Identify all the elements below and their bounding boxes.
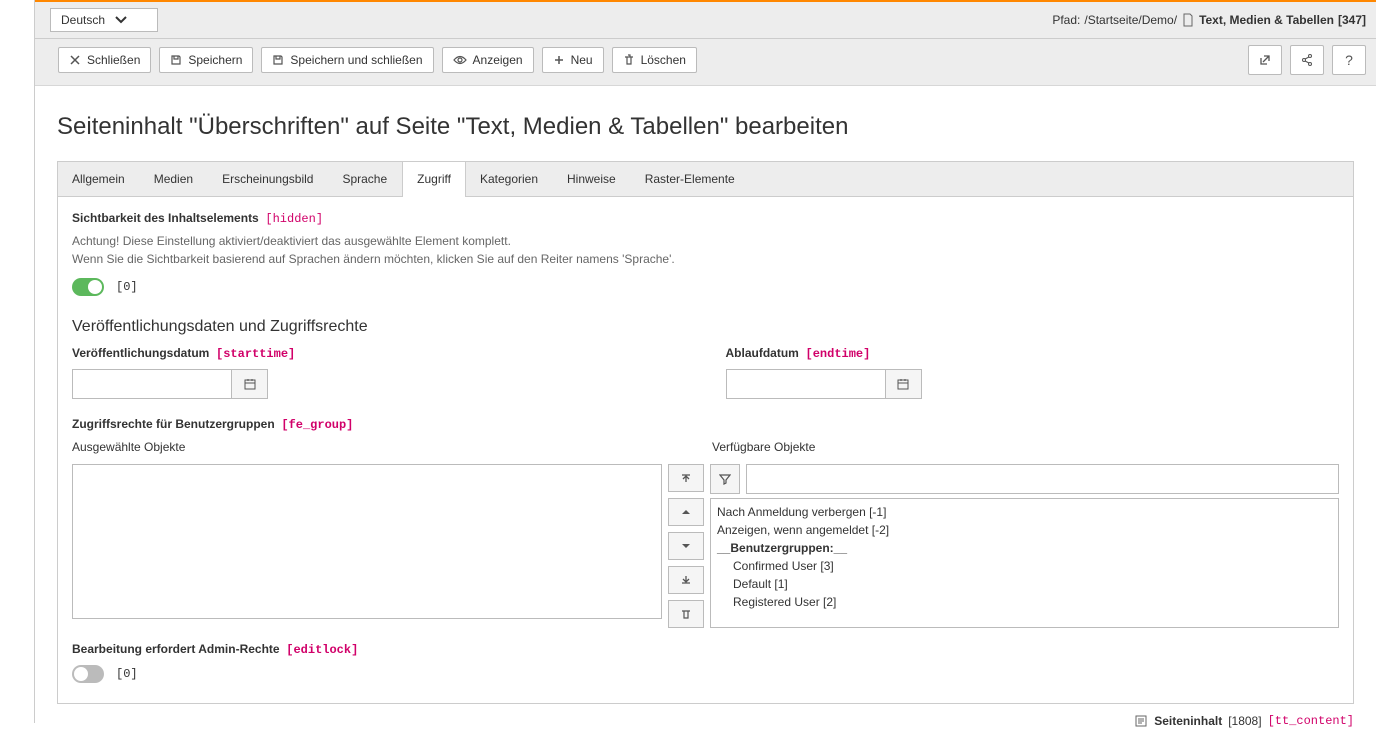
tab-sprache[interactable]: Sprache: [328, 162, 402, 196]
external-link-icon: [1258, 53, 1272, 67]
chevron-down-icon: [115, 16, 127, 24]
delete-button-label: Löschen: [641, 53, 686, 67]
top-bar: Deutsch Pfad: /Startseite/Demo/ Text, Me…: [0, 0, 1376, 39]
endtime-input[interactable]: [726, 369, 886, 399]
editlock-code: [editlock]: [286, 643, 358, 657]
filter-button[interactable]: [710, 464, 740, 494]
visibility-hint-line1: Achtung! Diese Einstellung aktiviert/dea…: [72, 232, 1339, 250]
language-select[interactable]: Deutsch: [50, 8, 158, 32]
save-close-button-label: Speichern und schließen: [290, 53, 422, 67]
editlock-toggle[interactable]: [72, 665, 104, 683]
path-segment: /Startseite/Demo/: [1084, 13, 1177, 27]
tab-hinweise[interactable]: Hinweise: [553, 162, 631, 196]
available-option[interactable]: __Benutzergruppen:__: [717, 539, 1332, 557]
available-option[interactable]: Confirmed User [3]: [717, 557, 1332, 575]
selected-items-listbox[interactable]: [72, 464, 662, 619]
path-label: Pfad:: [1052, 13, 1080, 27]
page-id: [347]: [1338, 13, 1366, 27]
fegroup-label: Zugriffsrechte für Benutzergruppen: [72, 417, 275, 431]
available-option[interactable]: Registered User [2]: [717, 593, 1332, 611]
open-new-window-button[interactable]: [1248, 45, 1282, 75]
endtime-datepicker-button[interactable]: [886, 369, 922, 399]
starttime-code: [starttime]: [216, 347, 295, 361]
tab-zugriff[interactable]: Zugriff: [402, 162, 466, 197]
tab-raster-elemente[interactable]: Raster-Elemente: [631, 162, 750, 196]
language-select-label: Deutsch: [61, 13, 105, 27]
tab-erscheinungsbild[interactable]: Erscheinungsbild: [208, 162, 328, 196]
record-table: [tt_content]: [1268, 714, 1354, 728]
page-heading: Seiteninhalt "Überschriften" auf Seite "…: [57, 113, 1354, 141]
content-icon: [1134, 714, 1148, 728]
view-button-label: Anzeigen: [473, 53, 523, 67]
question-icon: ?: [1345, 52, 1353, 68]
save-button-label: Speichern: [188, 53, 242, 67]
tab-medien[interactable]: Medien: [140, 162, 208, 196]
editlock-value: [0]: [116, 667, 138, 681]
share-icon: [1300, 53, 1314, 67]
endtime-code: [endtime]: [806, 347, 871, 361]
visibility-hint: Achtung! Diese Einstellung aktiviert/dea…: [72, 232, 1339, 268]
plus-icon: [553, 54, 565, 66]
page-icon: [1181, 13, 1195, 27]
visibility-value: [0]: [116, 280, 138, 294]
visibility-label: Sichtbarkeit des Inhaltselements: [72, 211, 259, 225]
starttime-label: Veröffentlichungsdatum: [72, 346, 209, 360]
starttime-datepicker-button[interactable]: [232, 369, 268, 399]
close-icon: [69, 54, 81, 66]
main-content: Seiteninhalt "Überschriften" auf Seite "…: [35, 86, 1376, 754]
view-button[interactable]: Anzeigen: [442, 47, 534, 73]
selected-items-label: Ausgewählte Objekte: [72, 440, 668, 454]
close-button-label: Schließen: [87, 53, 140, 67]
visibility-hint-line2: Wenn Sie die Sichtbarkeit basierend auf …: [72, 250, 1339, 268]
available-items-label: Verfügbare Objekte: [712, 440, 1339, 454]
save-icon: [170, 54, 182, 66]
available-option[interactable]: Default [1]: [717, 575, 1332, 593]
help-button[interactable]: ?: [1332, 45, 1366, 75]
save-button[interactable]: Speichern: [159, 47, 253, 73]
visibility-toggle[interactable]: [72, 278, 104, 296]
action-toolbar: Schließen Speichern Speichern und schlie…: [0, 39, 1376, 86]
page-title: Text, Medien & Tabellen: [1199, 13, 1334, 27]
filter-icon: [719, 473, 731, 485]
move-up-button[interactable]: [668, 498, 704, 526]
move-down-button[interactable]: [668, 532, 704, 560]
new-button[interactable]: Neu: [542, 47, 604, 73]
available-items-listbox[interactable]: Nach Anmeldung verbergen [-1]Anzeigen, w…: [710, 498, 1339, 628]
new-button-label: Neu: [571, 53, 593, 67]
tab-panel-access: Sichtbarkeit des Inhaltselements [hidden…: [57, 196, 1354, 704]
close-button[interactable]: Schließen: [58, 47, 151, 73]
tab-kategorien[interactable]: Kategorien: [466, 162, 553, 196]
delete-button[interactable]: Löschen: [612, 47, 697, 73]
endtime-label: Ablaufdatum: [726, 346, 799, 360]
save-close-button[interactable]: Speichern und schließen: [261, 47, 433, 73]
tab-allgemein[interactable]: Allgemein: [58, 162, 140, 196]
share-button[interactable]: [1290, 45, 1324, 75]
calendar-icon: [243, 377, 257, 391]
eye-icon: [453, 55, 467, 65]
list-controls: [668, 464, 704, 628]
remove-item-button[interactable]: [668, 600, 704, 628]
breadcrumb: Pfad: /Startseite/Demo/ Text, Medien & T…: [1052, 13, 1366, 27]
available-option[interactable]: Nach Anmeldung verbergen [-1]: [717, 503, 1332, 521]
move-bottom-button[interactable]: [668, 566, 704, 594]
starttime-input[interactable]: [72, 369, 232, 399]
editlock-label: Bearbeitung erfordert Admin-Rechte: [72, 642, 280, 656]
record-id: [1808]: [1228, 714, 1261, 728]
fegroup-code: [fe_group]: [281, 418, 353, 432]
publish-heading: Veröffentlichungsdaten und Zugriffsrecht…: [72, 318, 1339, 336]
move-top-button[interactable]: [668, 464, 704, 492]
available-option[interactable]: Anzeigen, wenn angemeldet [-2]: [717, 521, 1332, 539]
record-meta: Seiteninhalt [1808] [tt_content]: [57, 714, 1354, 728]
calendar-icon: [896, 377, 910, 391]
visibility-code: [hidden]: [265, 212, 323, 226]
available-filter-input[interactable]: [746, 464, 1339, 494]
left-rail: [0, 0, 35, 723]
trash-icon: [623, 54, 635, 66]
record-type-label: Seiteninhalt: [1154, 714, 1222, 728]
save-close-icon: [272, 54, 284, 66]
tabs: AllgemeinMedienErscheinungsbildSpracheZu…: [57, 161, 1354, 196]
